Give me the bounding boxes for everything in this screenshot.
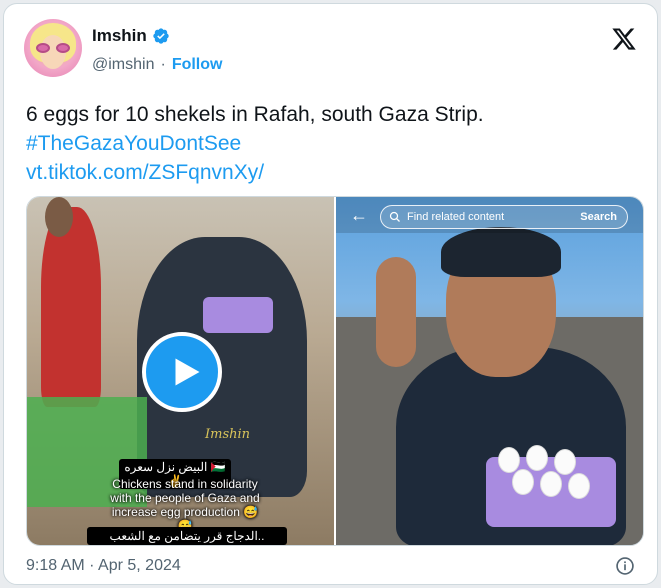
timestamp[interactable]: 9:18 AM · Apr 5, 2024 (26, 557, 181, 575)
search-button[interactable]: Search (580, 211, 627, 223)
search-placeholder: Find related content (407, 211, 505, 223)
english-caption: Chickens stand in solidarity with the pe… (110, 477, 260, 533)
tweet-card: Imshin @imshin · Follow 6 eggs for 10 sh… (3, 3, 658, 585)
author-handle[interactable]: @imshin (92, 56, 154, 74)
tiktok-search-bar: ← Find related content Search (336, 197, 643, 233)
x-logo-icon[interactable] (611, 26, 637, 52)
author-name[interactable]: Imshin (92, 26, 147, 46)
info-icon[interactable] (615, 556, 635, 576)
avatar[interactable] (24, 19, 82, 77)
handle-row: @imshin · Follow (92, 56, 222, 74)
video-thumbnail[interactable]: Imshin البيض نزل سعره 🇵🇸✌️ Chickens stan… (27, 197, 334, 545)
media-grid: Imshin البيض نزل سعره 🇵🇸✌️ Chickens stan… (26, 196, 644, 546)
hashtag-link[interactable]: #TheGazaYouDontSee (26, 129, 484, 158)
watermark-text: Imshin (205, 427, 251, 442)
author-name-row: Imshin (92, 26, 170, 46)
search-icon (389, 211, 400, 222)
verified-badge-icon (153, 28, 169, 44)
play-icon (175, 358, 200, 386)
separator: · (160, 56, 166, 73)
video-still[interactable]: ← Find related content Search (336, 197, 643, 545)
search-input[interactable]: Find related content Search (380, 205, 628, 229)
play-button[interactable] (142, 332, 222, 412)
back-arrow-icon[interactable]: ← (350, 205, 368, 226)
tweet-body: 6 eggs for 10 shekels in Rafah, south Ga… (26, 103, 484, 126)
url-link[interactable]: vt.tiktok.com/ZSFqnvnXy/ (26, 158, 484, 187)
tweet-text: 6 eggs for 10 shekels in Rafah, south Ga… (26, 100, 484, 187)
arabic-caption-bottom: الدجاج قرر يتضامن مع الشعب.. (87, 527, 287, 545)
follow-button[interactable]: Follow (172, 56, 223, 74)
